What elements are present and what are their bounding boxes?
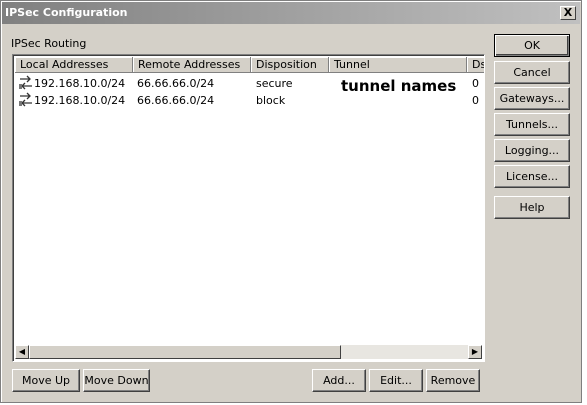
column-header-disposition[interactable]: Disposition bbox=[251, 57, 329, 73]
cancel-button[interactable]: Cancel bbox=[494, 61, 570, 84]
tunnels-button[interactable]: Tunnels... bbox=[494, 113, 570, 136]
column-header-ds[interactable]: Ds bbox=[467, 57, 484, 73]
move-up-button[interactable]: Move Up bbox=[12, 369, 80, 392]
move-down-button[interactable]: Move Down bbox=[83, 369, 150, 392]
column-header-tunnel[interactable]: Tunnel bbox=[329, 57, 467, 73]
scroll-left-arrow-icon[interactable]: ◀ bbox=[15, 345, 29, 359]
list-header: Local Addresses Remote Addresses Disposi… bbox=[15, 57, 484, 73]
cell-remote-address: 66.66.66.0/24 bbox=[137, 94, 215, 107]
ok-button[interactable]: OK bbox=[494, 34, 570, 57]
cell-disposition: block bbox=[256, 94, 286, 107]
column-header-remote[interactable]: Remote Addresses bbox=[133, 57, 251, 73]
license-button[interactable]: License... bbox=[494, 165, 570, 188]
help-button[interactable]: Help bbox=[494, 196, 570, 219]
logging-button[interactable]: Logging... bbox=[494, 139, 570, 162]
column-header-local[interactable]: Local Addresses bbox=[15, 57, 133, 73]
window-title: IPSec Configuration bbox=[5, 6, 128, 19]
title-bar[interactable]: IPSec Configuration X bbox=[2, 2, 580, 24]
network-route-icon bbox=[19, 92, 32, 107]
scroll-thumb[interactable] bbox=[29, 345, 341, 359]
scroll-right-arrow-icon[interactable]: ▶ bbox=[468, 345, 482, 359]
add-button[interactable]: Add... bbox=[312, 369, 366, 392]
cell-local-address: 192.168.10.0/24 bbox=[34, 94, 126, 107]
ipsec-config-dialog: IPSec Configuration X IPSec Routing Loca… bbox=[0, 0, 582, 403]
remove-button[interactable]: Remove bbox=[426, 369, 480, 392]
cell-remote-address: 66.66.66.0/24 bbox=[137, 77, 215, 90]
cell-disposition: secure bbox=[256, 77, 293, 90]
network-route-icon bbox=[19, 75, 32, 90]
cell-ds: 0 bbox=[472, 94, 479, 107]
tunnel-names-annotation: tunnel names bbox=[341, 77, 457, 95]
edit-button[interactable]: Edit... bbox=[369, 369, 423, 392]
ipsec-routing-label: IPSec Routing bbox=[11, 37, 87, 50]
gateways-button[interactable]: Gateways... bbox=[494, 87, 570, 110]
close-button[interactable]: X bbox=[560, 6, 576, 20]
cell-ds: 0 bbox=[472, 77, 479, 90]
horizontal-scrollbar[interactable]: ◀ ▶ bbox=[15, 345, 482, 359]
routing-list[interactable]: Local Addresses Remote Addresses Disposi… bbox=[12, 54, 485, 362]
cell-local-address: 192.168.10.0/24 bbox=[34, 77, 126, 90]
